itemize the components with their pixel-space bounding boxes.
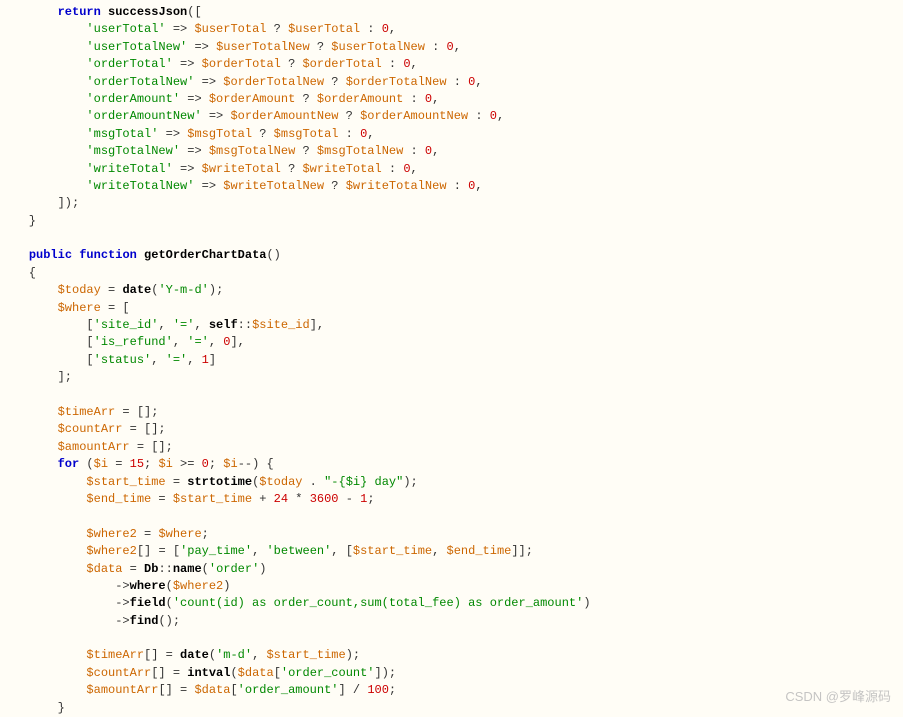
watermark: CSDN @罗峰源码 [785,688,891,707]
code-block: return successJson([ 'userTotal' => $use… [0,0,903,717]
